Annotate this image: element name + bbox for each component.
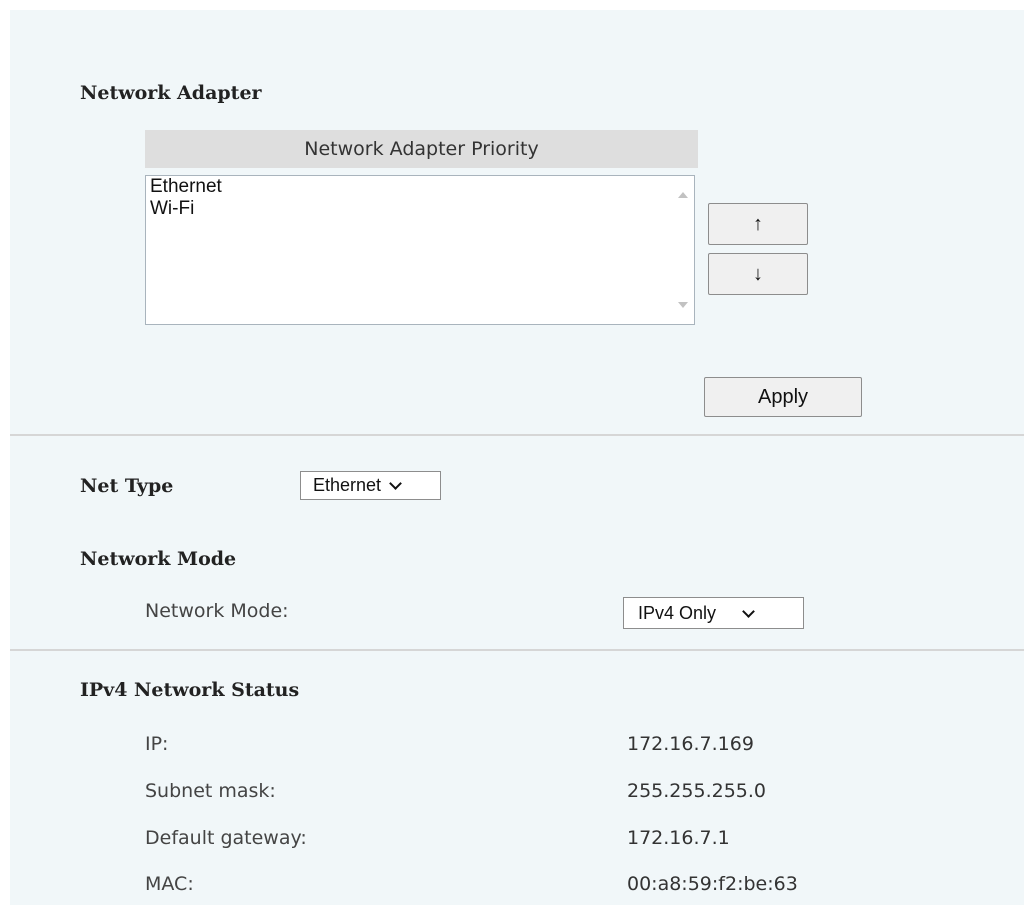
move-up-button[interactable]: ↑ bbox=[708, 203, 808, 245]
mac-value: 00:a8:59:f2:be:63 bbox=[627, 873, 798, 895]
list-item-ethernet[interactable]: Ethernet bbox=[146, 176, 694, 198]
ip-value: 172.16.7.169 bbox=[627, 733, 754, 755]
network-mode-heading: Network Mode bbox=[80, 548, 237, 570]
scroll-down-arrow-icon[interactable] bbox=[678, 302, 688, 308]
list-scrollbar[interactable] bbox=[672, 176, 694, 324]
mac-label: MAC: bbox=[145, 873, 194, 895]
network-mode-select[interactable]: IPv4 Only bbox=[623, 597, 804, 629]
subnet-mask-value: 255.255.255.0 bbox=[627, 780, 767, 802]
scroll-up-arrow-icon[interactable] bbox=[678, 192, 688, 198]
network-mode-label: Network Mode: bbox=[145, 600, 289, 622]
net-type-select[interactable]: Ethernet bbox=[300, 471, 441, 500]
chevron-down-icon bbox=[742, 604, 755, 618]
move-down-button[interactable]: ↓ bbox=[708, 253, 808, 295]
network-mode-selected-value: IPv4 Only bbox=[638, 602, 717, 623]
list-item-wifi[interactable]: Wi-Fi bbox=[146, 198, 694, 220]
chevron-down-icon bbox=[389, 477, 402, 490]
section-divider bbox=[10, 434, 1024, 436]
network-adapter-heading: Network Adapter bbox=[80, 82, 262, 104]
apply-button[interactable]: Apply bbox=[704, 377, 862, 417]
adapter-priority-header: Network Adapter Priority bbox=[145, 130, 698, 168]
default-gateway-label: Default gateway: bbox=[145, 827, 307, 849]
default-gateway-value: 172.16.7.1 bbox=[627, 827, 730, 849]
net-type-selected-value: Ethernet bbox=[313, 475, 382, 495]
subnet-mask-label: Subnet mask: bbox=[145, 780, 276, 802]
network-settings-panel: Network Adapter Network Adapter Priority… bbox=[10, 10, 1024, 905]
adapter-priority-list[interactable]: Ethernet Wi-Fi bbox=[145, 175, 695, 325]
net-type-label: Net Type bbox=[80, 475, 174, 497]
ip-label: IP: bbox=[145, 733, 169, 755]
section-divider bbox=[10, 649, 1024, 651]
ipv4-status-heading: IPv4 Network Status bbox=[80, 679, 300, 701]
